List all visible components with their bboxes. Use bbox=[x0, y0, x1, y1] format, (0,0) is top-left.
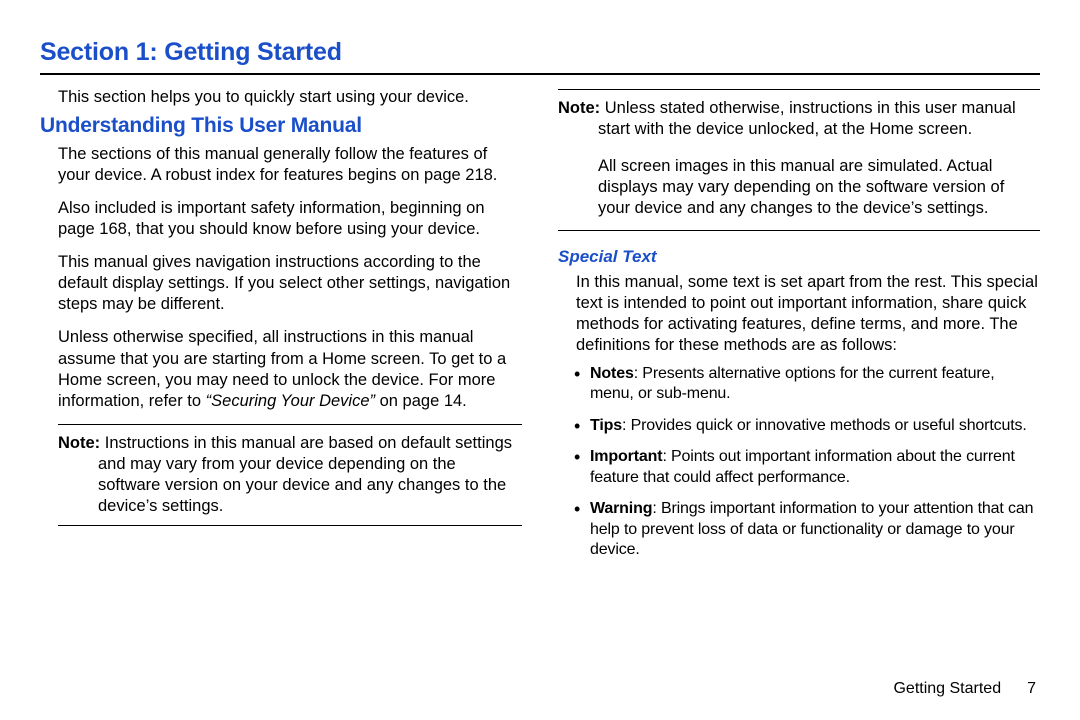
note-block-2: Note: Unless stated otherwise, instructi… bbox=[558, 89, 1040, 231]
footer-page-number: 7 bbox=[1027, 680, 1036, 697]
note-1-text: Note: Instructions in this manual are ba… bbox=[58, 433, 522, 517]
bullet-notes-label: Notes bbox=[590, 365, 634, 382]
securing-ref: “Securing Your Device” bbox=[206, 392, 375, 410]
left-column: This section helps you to quickly start … bbox=[40, 87, 522, 572]
note-2-extra: All screen images in this manual are sim… bbox=[558, 156, 1040, 219]
special-text-heading: Special Text bbox=[558, 247, 1040, 267]
bullet-important-label: Important bbox=[590, 448, 662, 465]
note-2-label: Note: bbox=[558, 99, 600, 117]
bullet-tips-label: Tips bbox=[590, 417, 622, 434]
bullet-tips: Tips: Provides quick or innovative metho… bbox=[576, 416, 1040, 436]
bullet-warning: Warning: Brings important information to… bbox=[576, 499, 1040, 560]
left-p3: This manual gives navigation instruction… bbox=[58, 252, 522, 315]
left-p1: The sections of this manual generally fo… bbox=[58, 144, 522, 186]
page-footer: Getting Started 7 bbox=[893, 680, 1036, 698]
note-2-text: Note: Unless stated otherwise, instructi… bbox=[558, 98, 1040, 140]
intro-paragraph: This section helps you to quickly start … bbox=[58, 87, 522, 108]
bullet-warning-text: : Brings important information to your a… bbox=[590, 500, 1033, 558]
note-2-body: Unless stated otherwise, instructions in… bbox=[598, 99, 1016, 138]
note-rule-top-2 bbox=[558, 89, 1040, 90]
left-p4: Unless otherwise specified, all instruct… bbox=[58, 327, 522, 411]
bullet-warning-label: Warning bbox=[590, 500, 652, 517]
title-rule bbox=[40, 73, 1040, 75]
special-intro: In this manual, some text is set apart f… bbox=[576, 272, 1040, 356]
left-p2: Also included is important safety inform… bbox=[58, 198, 522, 240]
bullet-tips-text: : Provides quick or innovative methods o… bbox=[622, 417, 1027, 434]
right-column: Note: Unless stated otherwise, instructi… bbox=[558, 87, 1040, 572]
note-rule-bottom-1 bbox=[58, 525, 522, 526]
bullet-notes-text: : Presents alternative options for the c… bbox=[590, 365, 995, 402]
note-block-1: Note: Instructions in this manual are ba… bbox=[58, 424, 522, 526]
section-title: Section 1: Getting Started bbox=[40, 38, 1040, 67]
note-1-body: Instructions in this manual are based on… bbox=[98, 434, 512, 515]
note-rule-top-1 bbox=[58, 424, 522, 425]
bullet-notes: Notes: Presents alternative options for … bbox=[576, 364, 1040, 405]
note-rule-bottom-2 bbox=[558, 230, 1040, 231]
special-text-list: Notes: Presents alternative options for … bbox=[576, 364, 1040, 561]
left-p4b: on page 14. bbox=[375, 392, 467, 410]
understanding-subheading: Understanding This User Manual bbox=[40, 114, 522, 138]
note-1-label: Note: bbox=[58, 434, 100, 452]
bullet-important: Important: Points out important informat… bbox=[576, 447, 1040, 488]
two-column-layout: This section helps you to quickly start … bbox=[40, 87, 1040, 572]
footer-chapter: Getting Started bbox=[893, 680, 1001, 697]
